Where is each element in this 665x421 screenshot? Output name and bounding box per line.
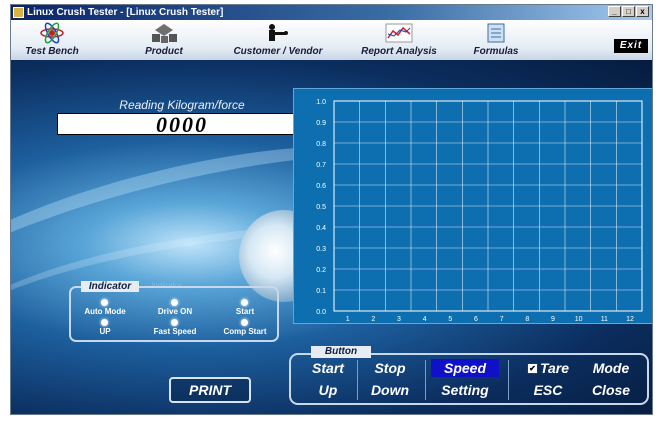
maximize-button[interactable]: □: [622, 6, 635, 17]
up-label: UP: [99, 327, 111, 336]
x-tick-label: 9: [551, 316, 555, 323]
toolbar: Test Bench Product Customer / Vendor Rep…: [11, 20, 652, 60]
up-button[interactable]: Up: [299, 381, 357, 399]
y-tick-label: 0.4: [316, 225, 326, 232]
menu-product[interactable]: Product: [129, 20, 199, 60]
mode-button[interactable]: Mode: [581, 359, 641, 377]
product-boxes-icon: [149, 22, 179, 49]
fast-speed-light: [171, 319, 178, 326]
start-label: Start: [235, 307, 255, 316]
stop-button[interactable]: Stop: [361, 359, 419, 377]
reading-label: Reading Kilogram/force: [119, 98, 245, 112]
menu-label: Report Analysis: [361, 46, 437, 57]
fast-speed-label: Fast Speed: [153, 327, 197, 336]
y-tick-label: 0.3: [316, 246, 326, 253]
menu-report-analysis[interactable]: Report Analysis: [351, 20, 447, 60]
speed-button[interactable]: Speed: [431, 359, 499, 377]
setting-button[interactable]: Setting: [431, 381, 499, 399]
y-tick-label: 0.5: [316, 204, 326, 211]
menu-label: Test Bench: [25, 46, 79, 57]
close-button[interactable]: x: [636, 6, 649, 17]
start-light: [241, 299, 248, 306]
window-title: Linux Crush Tester - [Linux Crush Tester…: [27, 7, 224, 18]
force-chart: 0.0 0.1 0.2 0.3 0.4 0.5 0.6 0.7 0.8 0.9 1.0 1 2 3 4 5 6 7…: [293, 88, 652, 324]
tare-checkbox[interactable]: ✔: [526, 362, 538, 374]
button-separator: [357, 360, 358, 400]
y-tick-label: 0.9: [316, 120, 326, 127]
report-chart-icon: [384, 22, 414, 49]
auto-mode-label: Auto Mode: [84, 307, 126, 316]
x-tick-label: 4: [423, 316, 427, 323]
x-tick-label: 6: [474, 316, 478, 323]
app-icon: [13, 7, 24, 18]
x-tick-label: 12: [626, 316, 634, 323]
print-button[interactable]: PRINT: [169, 377, 251, 403]
y-tick-label: 0.7: [316, 162, 326, 169]
esc-button[interactable]: ESC: [517, 381, 579, 399]
x-tick-label: 11: [601, 316, 608, 323]
start-button[interactable]: Start: [299, 359, 357, 377]
drive-on-light: [171, 299, 178, 306]
menu-test-bench[interactable]: Test Bench: [17, 20, 87, 60]
handshake-icon: [264, 22, 292, 49]
menu-customer-vendor[interactable]: Customer / Vendor: [223, 20, 333, 60]
y-tick-label: 0.2: [316, 267, 326, 274]
menu-formulas[interactable]: Formulas: [461, 20, 531, 60]
indicator-title-shadow: Indicator: [151, 281, 182, 290]
x-tick-label: 5: [448, 316, 452, 323]
x-tick-label: 3: [397, 316, 401, 323]
title-bar: Linux Crush Tester - [Linux Crush Tester…: [11, 5, 652, 20]
drive-on-label: Drive ON: [157, 307, 193, 316]
minimize-button[interactable]: _: [608, 6, 621, 17]
button-separator: [508, 360, 509, 400]
atom-icon: [39, 22, 65, 49]
comp-start-label: Comp Start: [223, 327, 267, 336]
menu-label: Customer / Vendor: [233, 46, 323, 57]
exit-button[interactable]: Exit: [614, 39, 648, 53]
menu-label: Formulas: [473, 46, 519, 57]
close-action-button[interactable]: Close: [581, 381, 641, 399]
up-light: [101, 319, 108, 326]
reading-display: 0000: [57, 113, 307, 136]
comp-start-light: [241, 319, 248, 326]
x-tick-label: 2: [371, 316, 375, 323]
y-tick-label: 0.1: [316, 288, 326, 295]
x-tick-label: 8: [525, 316, 529, 323]
y-tick-label: 0.6: [316, 183, 326, 190]
tare-label: Tare: [539, 360, 570, 376]
auto-mode-light: [101, 299, 108, 306]
button-group-title: Button: [311, 346, 371, 358]
x-tick-label: 1: [346, 316, 350, 323]
chart-svg: 0.00.10.20.30.40.50.60.70.80.91.01 2 3 4 5 6 7…: [316, 99, 643, 323]
y-tick-label: 1.0: [316, 99, 326, 106]
app-window: Linux Crush Tester - [Linux Crush Tester…: [10, 4, 653, 415]
button-separator: [425, 360, 426, 400]
main-panel: Reading Kilogram/force 0000 0.0 0.1 0.2 0.3…: [11, 60, 652, 414]
y-tick-label: 0.0: [316, 309, 326, 316]
window-controls: _ □ x: [608, 6, 649, 17]
down-button[interactable]: Down: [361, 381, 419, 399]
formula-sheet-icon: [485, 22, 507, 49]
menu-label: Product: [145, 46, 183, 57]
indicator-title: Indicator: [81, 281, 139, 292]
x-tick-label: 7: [500, 316, 504, 323]
tare-toggle[interactable]: ✔ Tare: [517, 359, 579, 377]
y-tick-label: 0.8: [316, 141, 326, 148]
x-tick-label: 10: [575, 316, 583, 323]
